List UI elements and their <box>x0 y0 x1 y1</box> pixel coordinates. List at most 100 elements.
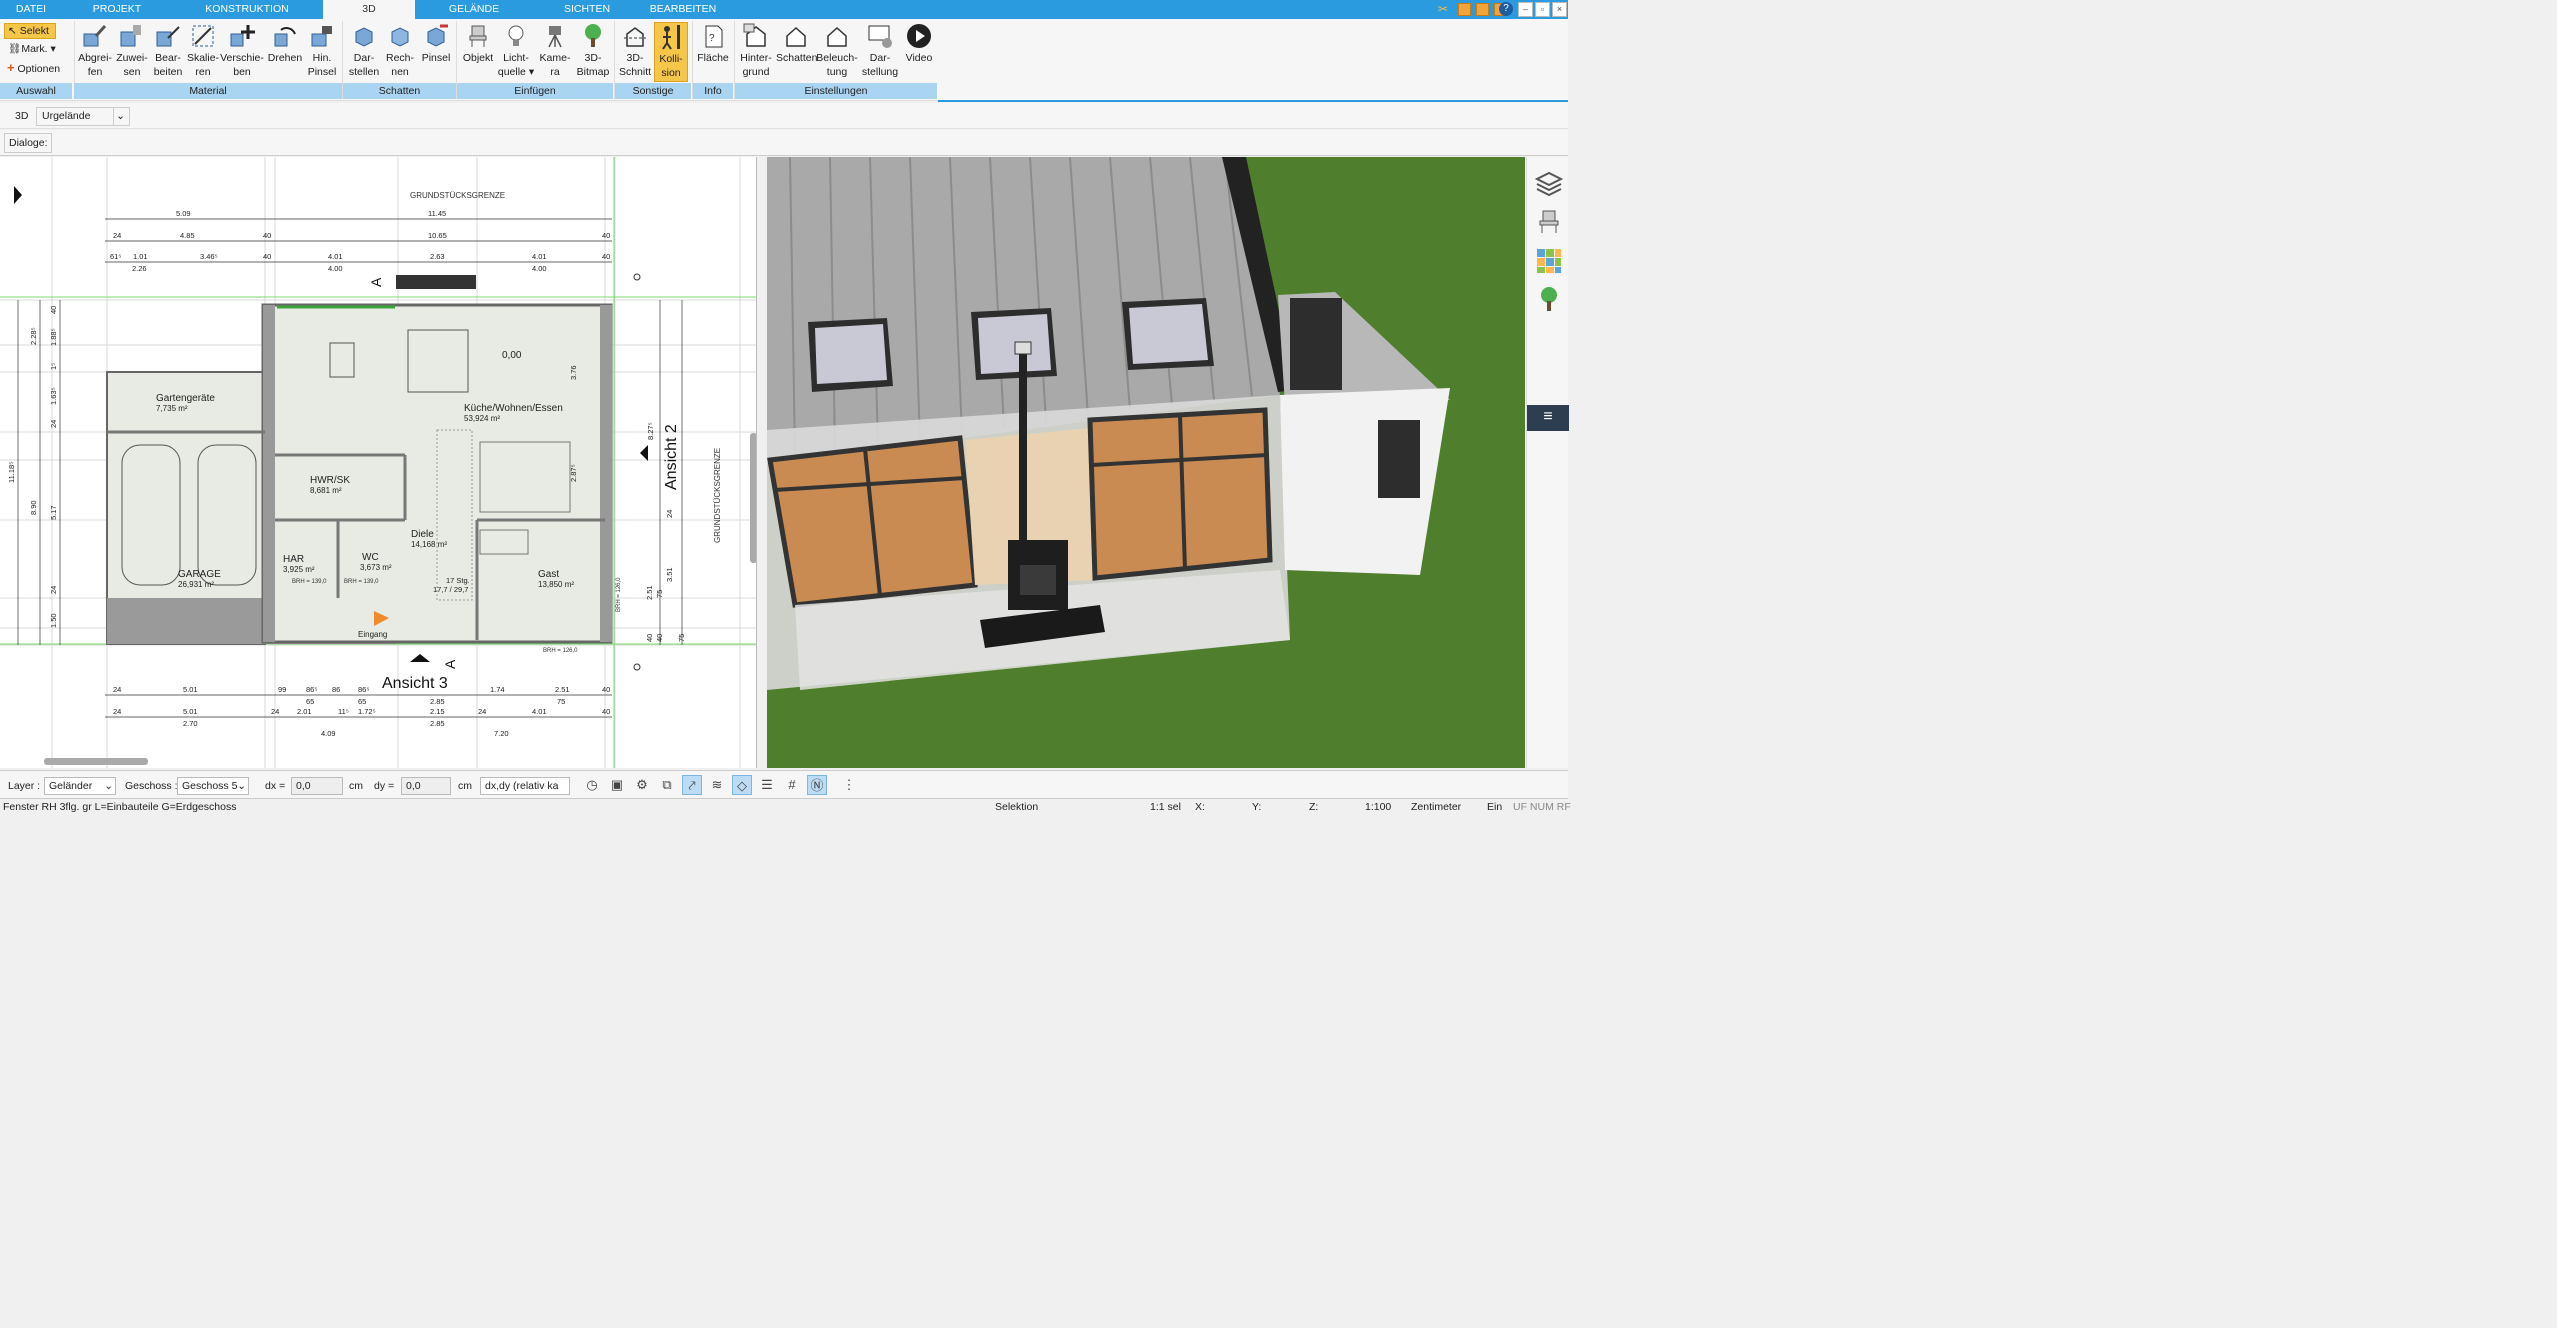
plants-icon[interactable] <box>1535 285 1563 313</box>
flaeche-button[interactable]: ? Fläche <box>695 22 731 65</box>
more-icon[interactable]: ⋮ <box>839 775 859 795</box>
tab-konstruktion[interactable]: KONSTRUKTION <box>190 0 304 19</box>
copy-icon[interactable]: ⧉ <box>657 775 677 795</box>
select-label: Selekt <box>19 25 49 37</box>
schatten-rechnen-button[interactable]: Rech-nen <box>382 22 418 79</box>
abgreifen-button[interactable]: Abgrei-fen <box>76 22 114 79</box>
bearbeiten-label2: beiten <box>153 66 183 78</box>
maximize-icon[interactable]: ▫ <box>1535 2 1550 17</box>
screen-icon[interactable]: ▣ <box>607 775 627 795</box>
view-3-label[interactable]: Ansicht 3 <box>382 675 448 692</box>
plane-icon[interactable]: ◇ <box>732 775 752 795</box>
stack-icon[interactable]: ☰ <box>757 775 777 795</box>
geschoss-select[interactable]: Geschoss 5 ⌄ <box>177 777 249 795</box>
lichtquelle-button[interactable]: Licht-quelle ▾ <box>496 22 536 79</box>
3d-view[interactable] <box>767 157 1525 768</box>
plan-vertical-scrollbar[interactable] <box>750 433 756 563</box>
schnitt-label: 3D- <box>626 52 644 64</box>
materials-icon[interactable] <box>1535 247 1563 275</box>
display-settings-icon <box>868 25 892 48</box>
view-3-marker-icon[interactable] <box>410 654 430 662</box>
flaeche-label: Fläche <box>697 52 729 64</box>
floor-plan-view[interactable]: GRUNDSTÜCKSGRENZE GRUNDSTÜCKSGRENZE Gart… <box>0 157 757 768</box>
north-icon[interactable]: Ⓝ <box>807 775 827 795</box>
dim-text: 40 <box>602 231 610 240</box>
minimize-icon[interactable]: – <box>1518 2 1533 17</box>
layers-icon[interactable] <box>1535 169 1563 197</box>
dy-input[interactable]: 0,0 <box>401 777 451 795</box>
kamera-button[interactable]: Kame-ra <box>536 22 574 79</box>
darstellung-label: Dar- <box>869 52 891 64</box>
hin-pinsel-button[interactable]: Hin. Pinsel <box>306 22 338 79</box>
chimney-top <box>396 275 476 289</box>
3d-scene[interactable] <box>767 157 1525 768</box>
schatten-einst-button[interactable]: Schatten <box>776 22 817 65</box>
dim-text: 2.63 <box>430 252 445 261</box>
floor-plan-canvas[interactable]: GRUNDSTÜCKSGRENZE GRUNDSTÜCKSGRENZE Gart… <box>0 157 757 768</box>
verschieben-button[interactable]: Verschie-ben <box>220 22 264 79</box>
tab-datei[interactable]: DATEI <box>0 0 62 19</box>
cube-shadow-icon <box>355 27 373 47</box>
dx-input[interactable]: 0,0 <box>291 777 343 795</box>
schnitt-3d-button[interactable]: 3D- Schnitt <box>616 22 654 79</box>
darstellen-label2: stellen <box>348 66 380 78</box>
close-icon[interactable]: × <box>1552 2 1567 17</box>
entrance-label: Eingang <box>358 630 387 639</box>
objekt-button[interactable]: Objekt <box>460 22 496 65</box>
align-icon[interactable]: ⚙ <box>632 775 652 795</box>
snap-icon[interactable]: ⤤ <box>682 775 702 795</box>
darstellung-button[interactable]: Dar-stellung <box>860 22 900 79</box>
tab-gelaende[interactable]: GELÄNDE <box>432 0 516 19</box>
options-button[interactable]: + Optionen <box>7 60 60 75</box>
group-einstellungen-label: Einstellungen <box>735 83 937 99</box>
window-icon[interactable] <box>1458 3 1471 16</box>
select-button[interactable]: ↖ Selekt <box>4 23 56 39</box>
mark-button[interactable]: ⛓Mark. ▾ <box>8 42 56 55</box>
layer-select[interactable]: Geländer ⌄ <box>44 777 116 795</box>
kollision-button[interactable]: Kolli-sion <box>654 22 688 82</box>
dim-text: 40 <box>49 306 58 314</box>
bitmap-3d-button[interactable]: 3D- Bitmap <box>574 22 612 79</box>
hintergrund-button[interactable]: Hinter-grund <box>736 22 776 79</box>
brh-label-4: BRH = 126,0 <box>616 577 622 612</box>
view-2-marker-icon[interactable] <box>640 445 648 461</box>
video-label: Video <box>905 52 933 64</box>
tools-icon[interactable]: ✂ <box>1438 2 1452 16</box>
zuweisen-button[interactable]: Zuwei-sen <box>114 22 150 79</box>
plan-horizontal-scrollbar[interactable] <box>44 758 148 765</box>
terrain-select[interactable]: Urgelände ⌄ <box>36 107 130 126</box>
help-icon[interactable]: ? <box>1499 2 1513 16</box>
chevron-down-icon[interactable]: ⌄ <box>113 108 127 125</box>
walls-icon[interactable]: ≋ <box>707 775 727 795</box>
tab-sichten[interactable]: SICHTEN <box>552 0 622 19</box>
dim-text: 86 <box>332 685 340 694</box>
video-button[interactable]: Video <box>902 22 936 65</box>
dim-text: 75 <box>677 634 686 642</box>
clock-icon[interactable]: ◷ <box>582 775 602 795</box>
tab-projekt[interactable]: PROJEKT <box>80 0 154 19</box>
schnitt-label2: Schnitt <box>618 66 652 78</box>
bearbeiten-button[interactable]: Bear-beiten <box>150 22 186 79</box>
dim-text: 11.45 <box>428 209 446 218</box>
play-marker-icon[interactable] <box>14 186 22 204</box>
tab-3d[interactable]: 3D <box>323 0 415 19</box>
tab-bearbeiten[interactable]: BEARBEITEN <box>643 0 723 19</box>
mode-select[interactable]: dx,dy (relativ ka <box>480 777 570 795</box>
furniture-icon[interactable] <box>1535 207 1563 235</box>
bitmap-label2: Bitmap <box>576 66 610 78</box>
schatten-darstellen-button[interactable]: Dar-stellen <box>346 22 382 79</box>
pinsel-label: Pinsel <box>421 52 451 64</box>
beleuchtung-button[interactable]: Beleuch-tung <box>816 22 858 79</box>
view-2-label[interactable]: Ansicht 2 <box>663 424 680 490</box>
skalieren-button[interactable]: Skalie-ren <box>186 22 220 79</box>
rechnen-label: Rech- <box>385 52 414 64</box>
stairs-ratio: 17,7 / 29,7 <box>433 585 468 594</box>
drehen-button[interactable]: Drehen <box>264 22 306 65</box>
lichtquelle-label2: quelle <box>497 66 526 78</box>
dim-text: 61⁵ <box>110 252 121 261</box>
hamburger-menu-icon[interactable]: ≡ <box>1527 405 1569 431</box>
layout-icon[interactable] <box>1476 3 1489 16</box>
grid-icon[interactable]: # <box>782 775 802 795</box>
schatten-pinsel-button[interactable]: Pinsel <box>418 22 454 65</box>
dim-text: 24 <box>49 420 58 428</box>
